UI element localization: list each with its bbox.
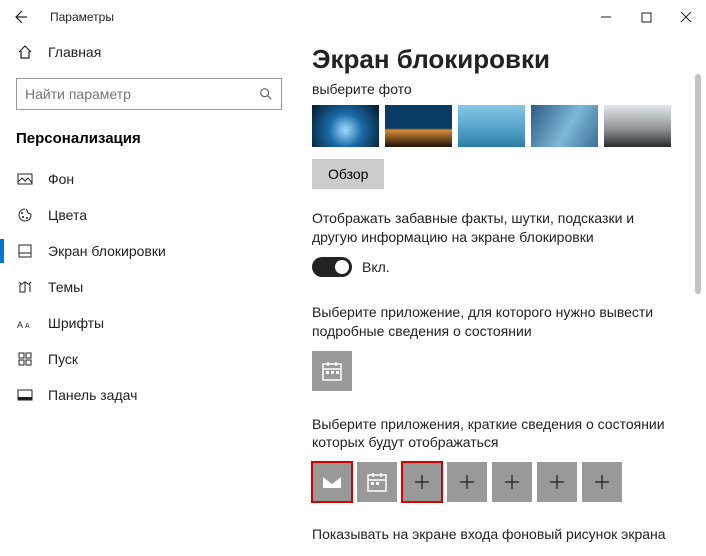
sidebar-item-label: Пуск bbox=[48, 351, 78, 367]
close-button[interactable] bbox=[666, 0, 706, 34]
quick-status-tile-7[interactable] bbox=[582, 462, 622, 502]
choose-photo-label: выберите фото bbox=[312, 81, 682, 97]
fun-facts-label: Отображать забавные факты, шутки, подска… bbox=[312, 209, 672, 247]
sidebar-item-label: Панель задач bbox=[48, 387, 137, 403]
back-button[interactable] bbox=[0, 0, 40, 34]
sidebar-item-label: Экран блокировки bbox=[48, 243, 166, 259]
plus-icon bbox=[457, 472, 477, 492]
sidebar-item-label: Темы bbox=[48, 279, 83, 295]
sidebar-item-themes[interactable]: Темы bbox=[16, 269, 282, 305]
quick-status-tile-3[interactable] bbox=[402, 462, 442, 502]
window-title: Параметры bbox=[50, 10, 114, 24]
quick-status-tile-2[interactable] bbox=[357, 462, 397, 502]
calendar-icon bbox=[321, 360, 343, 382]
detailed-status-label: Выберите приложение, для которого нужно … bbox=[312, 303, 672, 341]
photo-thumbnails bbox=[312, 105, 682, 147]
browse-button[interactable]: Обзор bbox=[312, 159, 384, 189]
fun-facts-toggle-row: Вкл. bbox=[312, 257, 682, 277]
sidebar-item-label: Цвета bbox=[48, 207, 87, 223]
scrollbar[interactable] bbox=[690, 34, 706, 556]
quick-status-tile-6[interactable] bbox=[537, 462, 577, 502]
minimize-button[interactable] bbox=[586, 0, 626, 34]
svg-text:A: A bbox=[17, 320, 23, 330]
palette-icon bbox=[16, 206, 34, 224]
picture-icon bbox=[16, 170, 34, 188]
lockscreen-icon bbox=[16, 242, 34, 260]
start-icon bbox=[16, 350, 34, 368]
calendar-icon bbox=[366, 471, 388, 493]
photo-thumb-3[interactable] bbox=[458, 105, 525, 147]
search-box[interactable] bbox=[16, 78, 282, 110]
sidebar-item-taskbar[interactable]: Панель задач bbox=[16, 377, 282, 413]
photo-thumb-5[interactable] bbox=[604, 105, 671, 147]
detailed-status-app-tile[interactable] bbox=[312, 351, 352, 391]
content-pane: Экран блокировки выберите фото Обзор Ото… bbox=[298, 34, 690, 556]
mail-icon bbox=[321, 471, 343, 493]
arrow-left-icon bbox=[12, 9, 28, 25]
quick-status-label: Выберите приложения, краткие сведения о … bbox=[312, 415, 672, 453]
minimize-icon bbox=[600, 11, 612, 23]
maximize-button[interactable] bbox=[626, 0, 666, 34]
themes-icon bbox=[16, 278, 34, 296]
home-icon bbox=[16, 43, 34, 61]
sidebar-item-fonts[interactable]: AА Шрифты bbox=[16, 305, 282, 341]
page-heading: Экран блокировки bbox=[312, 44, 682, 75]
sidebar-item-lockscreen[interactable]: Экран блокировки bbox=[16, 233, 282, 269]
sidebar-item-colors[interactable]: Цвета bbox=[16, 197, 282, 233]
quick-status-tile-1[interactable] bbox=[312, 462, 352, 502]
plus-icon bbox=[412, 472, 432, 492]
photo-thumb-2[interactable] bbox=[385, 105, 452, 147]
quick-status-tile-5[interactable] bbox=[492, 462, 532, 502]
sidebar-item-background[interactable]: Фон bbox=[16, 161, 282, 197]
plus-icon bbox=[502, 472, 522, 492]
plus-icon bbox=[592, 472, 612, 492]
scrollbar-thumb[interactable] bbox=[695, 74, 701, 294]
quick-status-tile-4[interactable] bbox=[447, 462, 487, 502]
search-input[interactable] bbox=[25, 86, 259, 102]
show-signin-bg-label: Показывать на экране входа фоновый рисун… bbox=[312, 526, 682, 542]
photo-thumb-4[interactable] bbox=[531, 105, 598, 147]
sidebar-item-label: Шрифты bbox=[48, 315, 104, 331]
close-icon bbox=[680, 11, 692, 23]
plus-icon bbox=[547, 472, 567, 492]
fonts-icon: AА bbox=[16, 314, 34, 332]
maximize-icon bbox=[641, 12, 652, 23]
toggle-state-label: Вкл. bbox=[362, 259, 390, 275]
search-icon bbox=[259, 87, 273, 101]
taskbar-icon bbox=[16, 386, 34, 404]
photo-thumb-1[interactable] bbox=[312, 105, 379, 147]
sidebar-category: Персонализация bbox=[16, 130, 282, 147]
sidebar-item-label: Фон bbox=[48, 171, 74, 187]
sidebar: Главная Персонализация Фон Цвета Экран bbox=[0, 34, 298, 556]
window-controls bbox=[586, 0, 706, 34]
sidebar-item-start[interactable]: Пуск bbox=[16, 341, 282, 377]
titlebar: Параметры bbox=[0, 0, 706, 34]
fun-facts-toggle[interactable] bbox=[312, 257, 352, 277]
svg-text:А: А bbox=[25, 323, 30, 330]
sidebar-item-label: Главная bbox=[48, 44, 101, 60]
sidebar-item-home[interactable]: Главная bbox=[16, 34, 282, 70]
